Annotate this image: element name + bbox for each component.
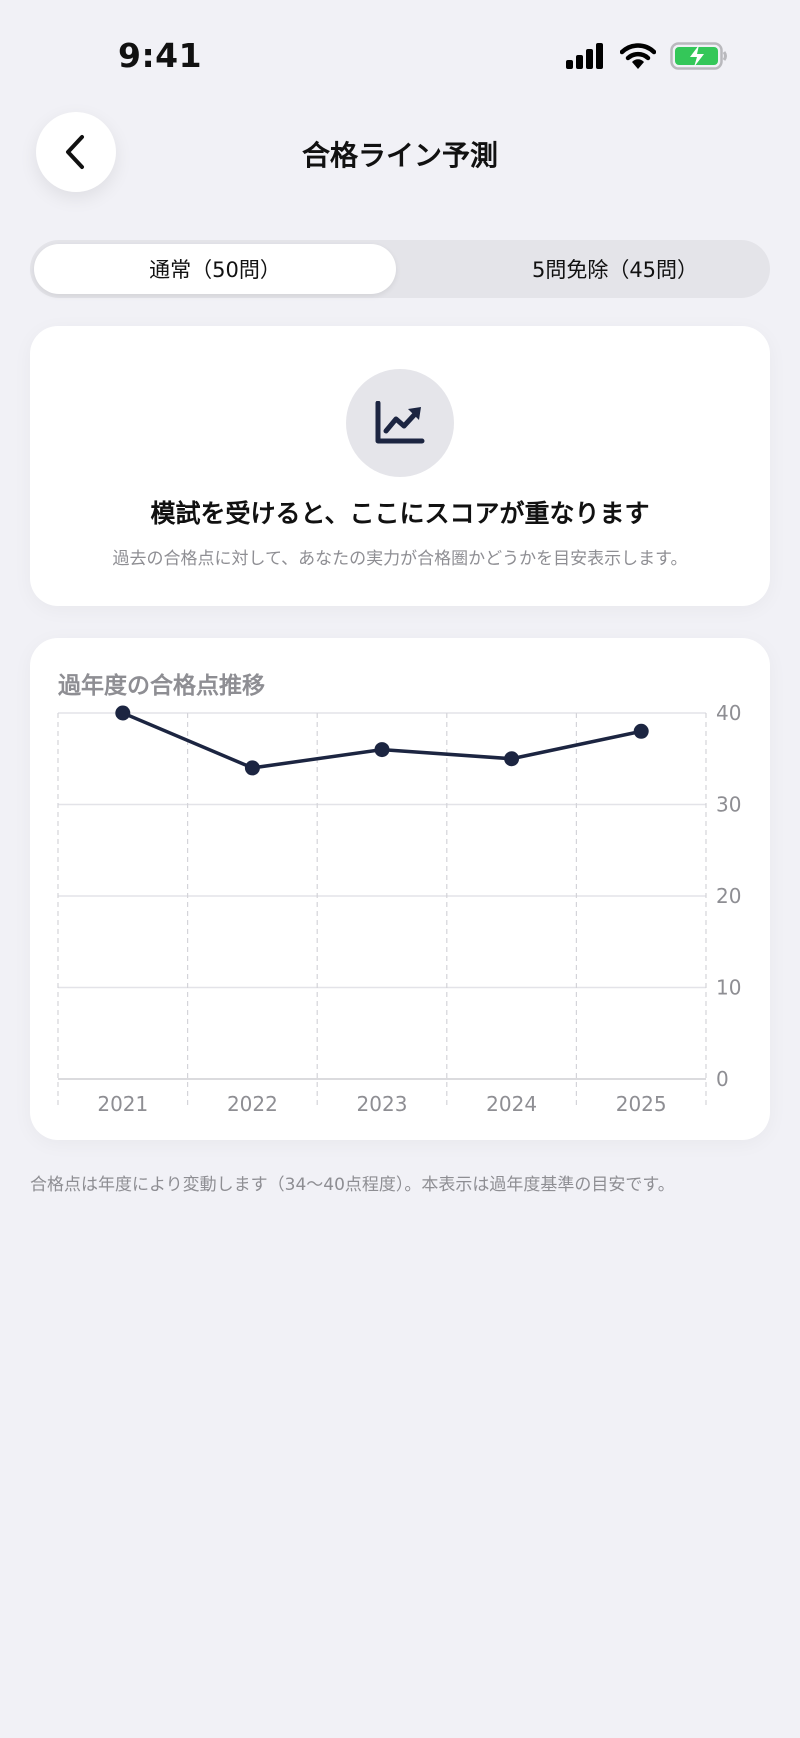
data-point: [115, 705, 131, 721]
status-bar: 9:41: [0, 0, 800, 110]
nav-bar: 合格ライン予測: [0, 110, 800, 200]
data-point: [374, 742, 390, 758]
battery-charging-icon: [670, 42, 727, 70]
x-tick-label: 2023: [357, 1092, 408, 1116]
empty-state-title: 模試を受けると、ここにスコアが重なります: [150, 499, 650, 528]
empty-icon-circle: [346, 369, 454, 477]
segment-exempt[interactable]: 5問免除（45問）: [430, 244, 800, 294]
y-tick-label: 40: [716, 701, 741, 725]
y-tick-label: 30: [716, 793, 741, 817]
series-line: [122, 711, 642, 770]
wifi-icon: [620, 43, 656, 69]
cellular-signal-icon: [566, 43, 603, 69]
y-tick-label: 20: [716, 884, 741, 908]
footnote: 合格点は年度により変動します（34〜40点程度）。本表示は過年度基準の目安です。: [30, 1175, 675, 1195]
segmented-control: 通常（50問） 5問免除（45問）: [30, 240, 770, 298]
data-point: [244, 760, 260, 776]
x-tick-label: 2024: [486, 1092, 537, 1116]
status-time: 9:41: [118, 36, 203, 75]
page-title: 合格ライン予測: [301, 139, 498, 172]
status-icons: [566, 42, 728, 70]
chart-card: 過年度の合格点推移 0 10 20 30 40 2021 2022 2023 2024 2025: [30, 638, 770, 1140]
y-tick-label: 0: [716, 1067, 729, 1091]
data-point: [633, 723, 649, 739]
line-chart: 0 10 20 30 40 2021 2022 2023 2024 2025: [57, 701, 741, 1116]
x-tick-label: 2021: [97, 1092, 148, 1116]
empty-state-description: 過去の合格点に対して、あなたの実力が合格圏かどうかを目安表示します。: [112, 549, 688, 569]
empty-state-card: 模試を受けると、ここにスコアが重なります 過去の合格点に対して、あなたの実力が合…: [30, 326, 770, 606]
trending-chart-icon: [375, 401, 425, 444]
segment-normal[interactable]: 通常（50問）: [34, 244, 396, 294]
x-tick-label: 2025: [616, 1092, 667, 1116]
y-tick-label: 10: [716, 976, 741, 1000]
data-point: [504, 751, 520, 767]
x-tick-label: 2022: [227, 1092, 278, 1116]
